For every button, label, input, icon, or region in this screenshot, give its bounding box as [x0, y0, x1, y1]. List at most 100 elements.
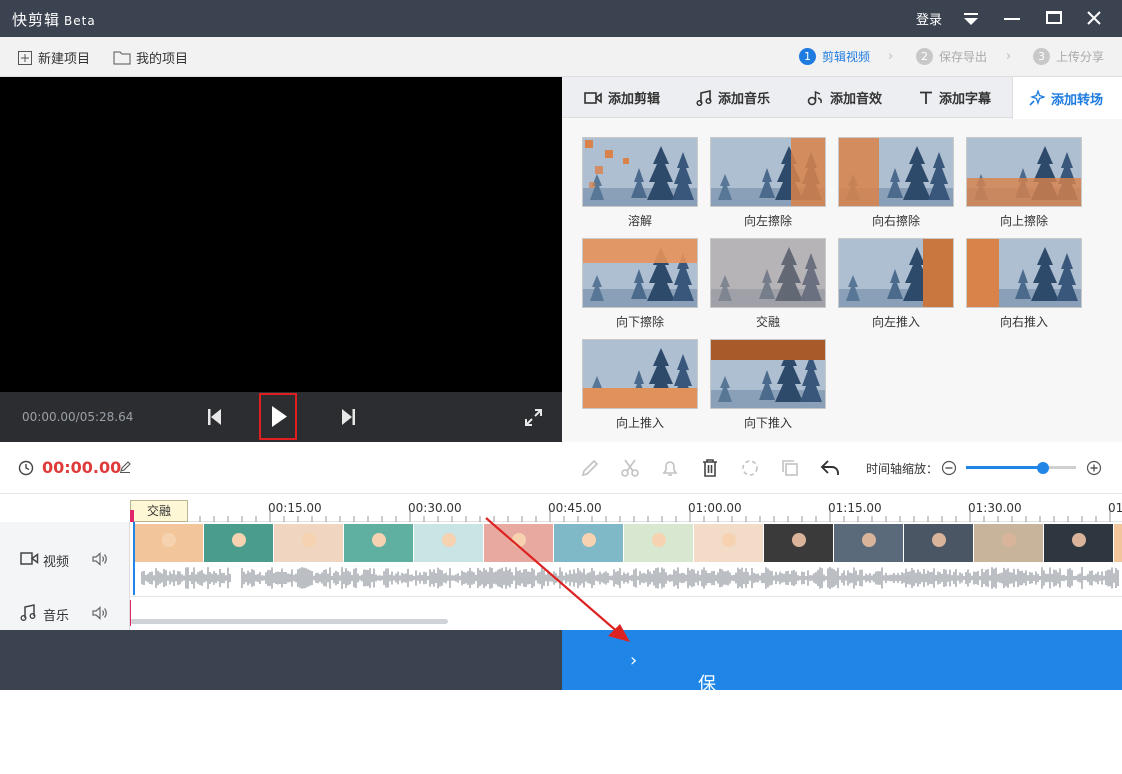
- step-label: 保存导出: [939, 50, 988, 64]
- player-controls: 00:00.00/05:28.64: [0, 392, 562, 442]
- video-preview[interactable]: [0, 77, 562, 392]
- transition-thumbnail[interactable]: [966, 238, 1082, 308]
- new-project-button[interactable]: 新建项目: [17, 48, 90, 67]
- crop-rotate-icon[interactable]: [740, 458, 760, 478]
- previous-frame-icon[interactable]: [207, 408, 223, 426]
- tab-label: 添加剪辑: [608, 92, 661, 107]
- app-badge: Beta: [64, 14, 96, 28]
- clip-figure: [652, 533, 666, 547]
- timeline-zoom-label: 时间轴缩放：: [866, 462, 939, 476]
- clip-figure: [162, 533, 176, 547]
- ruler-tick-label: 01: [1108, 501, 1122, 515]
- clip-figure: [302, 533, 316, 547]
- video-camera-icon: [584, 91, 602, 104]
- tab-add-sound-effect[interactable]: 添加音效: [806, 77, 882, 118]
- clip-figure: [1072, 533, 1086, 547]
- tab-add-music[interactable]: 添加音乐: [696, 77, 770, 118]
- export-label: 保存导出: [698, 674, 716, 773]
- transition-thumbnail[interactable]: [710, 238, 826, 308]
- copy-icon[interactable]: [780, 458, 800, 478]
- transition-thumbnail[interactable]: [838, 238, 954, 308]
- transition-thumbnail[interactable]: [582, 238, 698, 308]
- my-projects-label: 我的项目: [136, 52, 189, 67]
- close-icon[interactable]: [1086, 10, 1102, 26]
- step-number: 2: [916, 48, 933, 65]
- my-projects-button[interactable]: 我的项目: [113, 48, 188, 67]
- timeline-zoom-slider[interactable]: [966, 462, 1076, 474]
- bell-icon[interactable]: [660, 458, 680, 478]
- app-name: 快剪辑: [12, 11, 61, 29]
- transition-tag[interactable]: 交融: [130, 500, 188, 522]
- edit-time-icon[interactable]: [119, 461, 131, 473]
- step-edit-video[interactable]: 1 剪辑视频: [799, 48, 870, 65]
- video-clip-thumbnail[interactable]: [1114, 524, 1122, 562]
- clip-figure: [372, 533, 386, 547]
- step-save-export[interactable]: 2 保存导出: [916, 48, 987, 65]
- transition-label: 向右擦除: [871, 214, 920, 228]
- music-note-icon: [696, 89, 712, 106]
- minimize-icon[interactable]: [1004, 18, 1020, 20]
- transition-label: 交融: [755, 315, 780, 329]
- clip-figure: [232, 533, 246, 547]
- zoom-in-icon[interactable]: [1086, 460, 1102, 476]
- zoom-slider-thumb[interactable]: [1037, 462, 1049, 474]
- step-upload-share[interactable]: 3 上传分享: [1033, 48, 1104, 65]
- transition-label: 向下推入: [743, 416, 792, 430]
- playhead-marker[interactable]: [130, 510, 134, 522]
- next-frame-icon[interactable]: [340, 408, 356, 426]
- music-volume-icon[interactable]: [92, 606, 108, 620]
- step-number: 3: [1033, 48, 1050, 65]
- folder-icon: [113, 51, 131, 65]
- clip-figure: [862, 533, 876, 547]
- maximize-icon[interactable]: [1046, 11, 1062, 24]
- transition-thumbnail[interactable]: [838, 137, 954, 207]
- scissors-icon[interactable]: [620, 458, 640, 478]
- step-number: 1: [799, 48, 816, 65]
- ruler-tick-label: 01:30.00: [968, 501, 1022, 515]
- menu-bar: 新建项目 我的项目 1 剪辑视频 › 2 保存导出 › 3 上传分享: [0, 37, 1122, 77]
- tab-add-subtitle[interactable]: 添加字幕: [919, 77, 991, 118]
- transition-label: 向左推入: [871, 315, 920, 329]
- music-note-icon: [20, 604, 36, 621]
- clip-figure: [1002, 533, 1016, 547]
- delete-trash-icon[interactable]: [700, 458, 720, 478]
- video-volume-icon[interactable]: [92, 552, 108, 566]
- edit-pen-icon[interactable]: [580, 458, 600, 478]
- transition-thumbnail[interactable]: [582, 339, 698, 409]
- text-icon: [920, 91, 932, 104]
- transition-thumbnail[interactable]: [710, 137, 826, 207]
- tab-label: 添加音效: [830, 92, 883, 107]
- annotation-arrow: [485, 517, 630, 642]
- tab-label: 添加字幕: [939, 92, 992, 107]
- tab-add-clip[interactable]: 添加剪辑: [584, 77, 660, 118]
- current-time: 00:00.00: [42, 458, 122, 477]
- play-button[interactable]: [259, 393, 297, 440]
- video-track-header: 视频: [0, 522, 130, 596]
- transition-thumbnail[interactable]: [710, 339, 826, 409]
- dropdown-menu-icon[interactable]: [962, 12, 980, 26]
- transition-thumbnail[interactable]: [582, 137, 698, 207]
- save-export-button[interactable]: 保存导出 ›: [562, 630, 1122, 773]
- transition-thumbnail[interactable]: [966, 137, 1082, 207]
- timeline-scrollbar[interactable]: [130, 619, 448, 624]
- fullscreen-icon[interactable]: [524, 408, 543, 427]
- new-project-label: 新建项目: [38, 52, 91, 67]
- ruler-gutter: [0, 494, 130, 522]
- tab-add-transition[interactable]: 添加转场: [1012, 77, 1122, 119]
- ruler-tick-label: 01:15.00: [828, 501, 882, 515]
- transition-label: 向上推入: [615, 416, 664, 430]
- music-track-label: 音乐: [43, 609, 70, 624]
- zoom-out-icon[interactable]: [941, 460, 957, 476]
- playhead-line: [130, 600, 131, 626]
- transition-label: 向上擦除: [999, 214, 1048, 228]
- video-camera-icon: [20, 551, 39, 566]
- step-label: 剪辑视频: [822, 50, 871, 64]
- transition-label: 溶解: [627, 214, 652, 228]
- transition-label: 向右推入: [999, 315, 1048, 329]
- bottom-bar: [0, 630, 562, 690]
- ruler-tick-label: 00:15.00: [268, 501, 322, 515]
- ruler-tick-label: 01:00.00: [688, 501, 742, 515]
- undo-icon[interactable]: [820, 458, 840, 478]
- login-link[interactable]: 登录: [916, 9, 942, 28]
- clip-figure: [442, 533, 456, 547]
